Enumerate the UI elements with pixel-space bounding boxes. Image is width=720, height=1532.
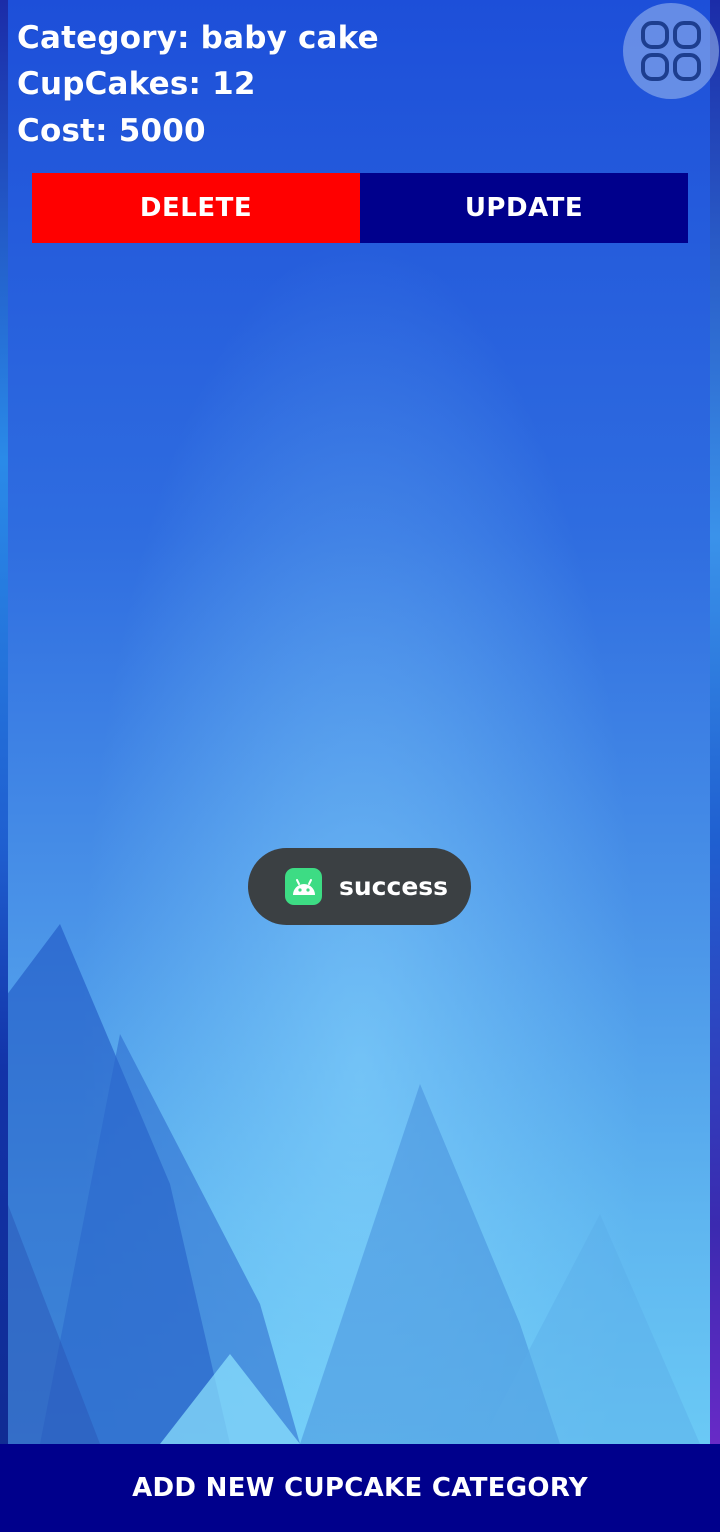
update-button[interactable]: UPDATE [360,173,688,243]
action-buttons: DELETE UPDATE [32,173,688,243]
wallpaper-edge-left [0,0,8,1532]
wallpaper-edge-right [710,0,720,1532]
cost-text: Cost: 5000 [17,113,206,149]
floating-grid-button[interactable] [623,3,719,99]
toast-notification: success [248,848,471,925]
grid-icon [641,21,701,81]
delete-button[interactable]: DELETE [32,173,360,243]
android-icon [285,868,322,905]
add-category-button[interactable]: ADD NEW CUPCAKE CATEGORY [0,1444,720,1532]
category-text: Category: baby cake [17,20,379,56]
wallpaper-mountains [0,924,700,1444]
cupcakes-count-text: CupCakes: 12 [17,66,256,102]
toast-message: success [339,872,449,901]
